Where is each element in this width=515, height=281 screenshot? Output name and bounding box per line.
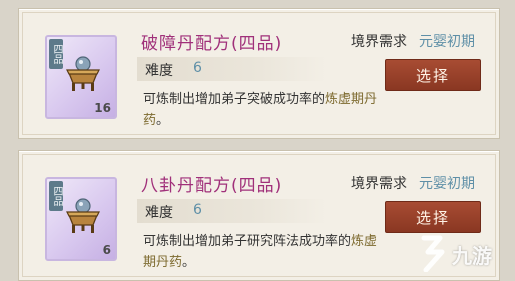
difficulty-label: 难度: [145, 63, 173, 79]
realm-requirement-label: 境界需求: [351, 176, 407, 192]
recipe-description: 可炼制出增加弟子突破成功率的炼虚期丹药。: [143, 89, 383, 131]
recipe-card[interactable]: 四品 6 八卦丹配方(四品) 境界需求 元婴初期 难度 6 可炼制出增加弟子研究…: [18, 150, 500, 281]
description-text: 可炼制出增加弟子研究阵法成功率的: [143, 234, 352, 249]
description-end: 。: [182, 255, 196, 270]
description-text: 可炼制出增加弟子突破成功率的: [143, 92, 326, 107]
recipe-title: 破障丹配方(四品): [141, 34, 283, 54]
item-count: 6: [102, 243, 111, 257]
difficulty-label: 难度: [145, 205, 173, 221]
item-count: 16: [94, 101, 111, 115]
description-end: 。: [156, 113, 170, 128]
realm-requirement-label: 境界需求: [351, 34, 407, 50]
difficulty-bar: 难度 6: [137, 57, 327, 81]
select-button[interactable]: 选择: [385, 201, 481, 233]
alchemy-furnace-icon: [66, 198, 100, 233]
recipe-description: 可炼制出增加弟子研究阵法成功率的炼虚期丹药。: [143, 231, 383, 273]
select-button[interactable]: 选择: [385, 59, 481, 91]
item-slot[interactable]: 四品 6: [45, 177, 117, 261]
difficulty-bar: 难度 6: [137, 199, 327, 223]
alchemy-furnace-icon: [66, 56, 100, 91]
difficulty-value: 6: [193, 60, 202, 76]
item-slot[interactable]: 四品 16: [45, 35, 117, 119]
recipe-card[interactable]: 四品 16 破障丹配方(四品) 境界需求 元婴初期 难度 6 可炼制出增加弟子突…: [18, 8, 500, 139]
realm-requirement-value: 元婴初期: [419, 176, 475, 192]
recipe-title: 八卦丹配方(四品): [141, 176, 283, 196]
difficulty-value: 6: [193, 202, 202, 218]
realm-requirement-value: 元婴初期: [419, 34, 475, 50]
